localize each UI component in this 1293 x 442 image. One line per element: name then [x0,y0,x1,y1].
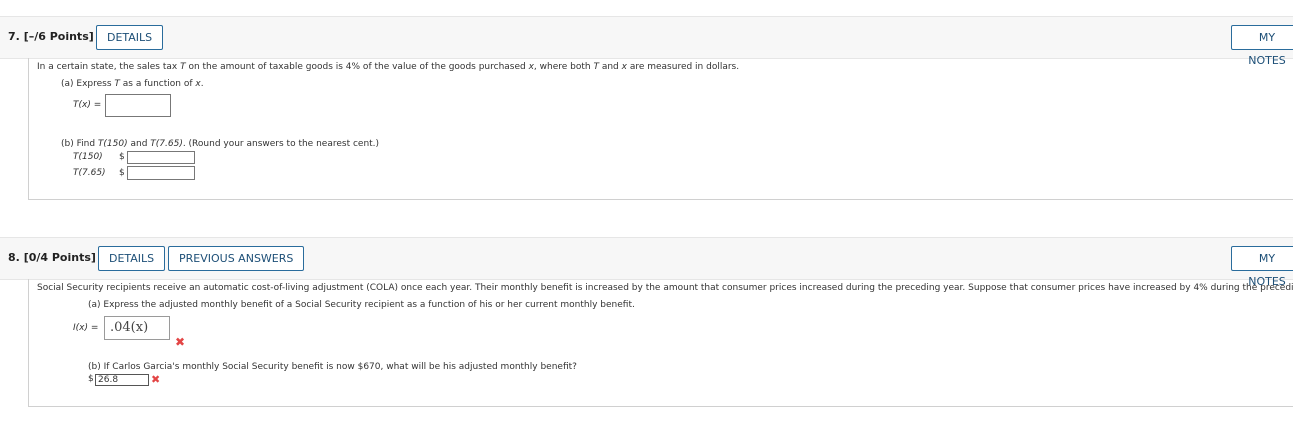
q8-title: 8. [0/4 Points] [8,251,96,264]
q7-my-notes-button[interactable]: MY NOTES [1231,25,1293,67]
q7-part-a: (a) Express T as a function of x. [61,79,204,89]
dollar-sign: $ [88,374,94,384]
q7-t765-label: T(7.65) [73,168,106,178]
q8-previous-answers-button[interactable]: PREVIOUS ANSWERS [168,246,305,271]
dollar-sign: $ [119,152,125,162]
q8-part-b: (b) If Carlos Garcia's monthly Social Se… [88,362,577,372]
q8-intro: Social Security recipients receive an au… [37,283,1293,293]
q7-tx-label: T(x) = [73,100,102,110]
q8-ix-answer[interactable]: .04(x) [104,316,170,340]
q8-header: 8. [0/4 Points] DETAILS PREVIOUS ANSWERS… [0,237,1293,288]
q7-part-b: (b) Find T(150) and T(7.65). (Round your… [61,139,380,149]
q7-details-button[interactable]: DETAILS [96,25,164,50]
q7-number: 7. [8,30,20,43]
q8-points: [0/4 Points] [23,251,96,264]
q8-part-a: (a) Express the adjusted monthly benefit… [88,300,635,310]
q7-body: In a certain state, the sales tax T on t… [28,58,1293,200]
q7-intro: In a certain state, the sales tax T on t… [37,62,740,72]
q8-ix-label: I(x) = [73,323,99,333]
q7-tx-input[interactable] [105,94,171,117]
q7-points: [–/6 Points] [23,30,94,43]
q7-header: 7. [–/6 Points] DETAILS MY NOTES [0,16,1293,67]
q7-t150-label: T(150) [73,152,103,162]
q8-my-notes-button[interactable]: MY NOTES [1231,246,1293,288]
q8-details-button[interactable]: DETAILS [98,246,166,271]
wrong-icon: ✖ [151,373,161,386]
wrong-icon: ✖ [175,335,186,349]
q8-number: 8. [8,251,20,264]
q7-t765-input[interactable] [127,166,195,180]
q7-t150-input[interactable] [127,151,195,164]
dollar-sign: $ [119,168,125,178]
q7-title: 7. [–/6 Points] [8,30,94,43]
q8-benefit-input[interactable]: 26.8 [95,374,149,386]
q8-body: Social Security recipients receive an au… [28,279,1293,407]
